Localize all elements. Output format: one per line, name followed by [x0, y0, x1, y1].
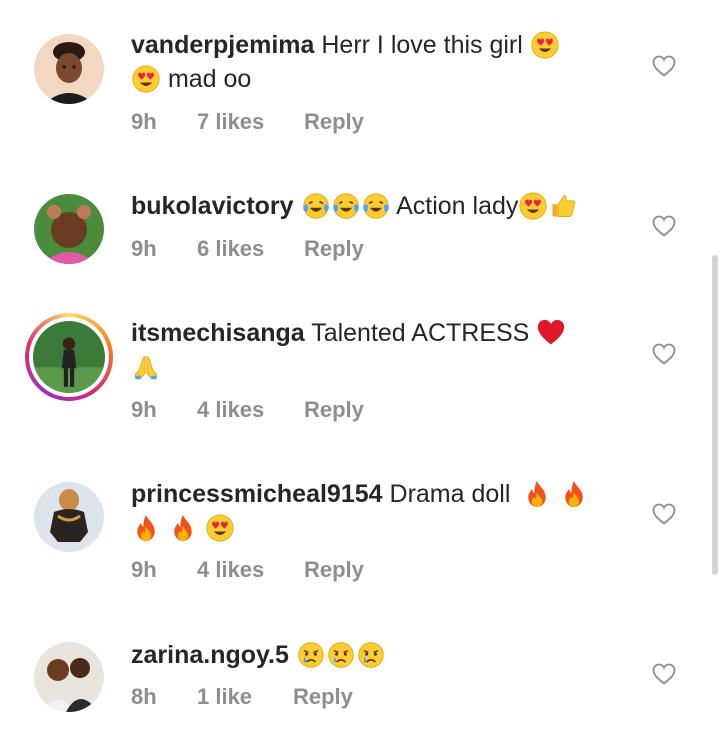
reply-button[interactable]: Reply: [304, 236, 364, 262]
heart-eyes-icon: [531, 31, 559, 59]
likes-count[interactable]: 4 likes: [197, 397, 264, 423]
heart-eyes-icon: [519, 192, 547, 220]
reply-button[interactable]: Reply: [304, 397, 364, 423]
heart-eyes-icon: [132, 65, 160, 93]
fire-icon: [132, 514, 160, 542]
comment-body: itsmechisanga Talented ACTRESS: [131, 316, 631, 384]
red-heart-icon: [537, 319, 565, 347]
username[interactable]: vanderpjemima: [131, 31, 314, 59]
reply-button[interactable]: Reply: [293, 684, 353, 710]
likes-count[interactable]: 7 likes: [197, 109, 264, 135]
likes-count[interactable]: 6 likes: [197, 236, 264, 262]
scrollbar[interactable]: [712, 255, 718, 575]
avatar[interactable]: [34, 194, 104, 264]
comment-text: Action lady: [396, 192, 519, 220]
avatar[interactable]: [34, 34, 104, 104]
heart-eyes-icon: [206, 514, 234, 542]
fire-icon: [169, 514, 197, 542]
tears-of-joy-icon: [302, 192, 330, 220]
fire-icon: [560, 480, 588, 508]
avatar[interactable]: [34, 482, 104, 552]
comment-body: princessmicheal9154 Drama doll: [131, 477, 631, 545]
timestamp: 9h: [131, 236, 157, 261]
avatar[interactable]: [34, 642, 104, 712]
username[interactable]: princessmicheal9154: [131, 480, 383, 508]
reply-button[interactable]: Reply: [304, 109, 364, 135]
comment-text: Herr I love this girl: [321, 31, 523, 59]
comment-text: mad oo: [167, 65, 252, 93]
crying-face-icon: [297, 641, 325, 669]
username[interactable]: zarina.ngoy.5: [131, 641, 289, 669]
tears-of-joy-icon: [332, 192, 360, 220]
tears-of-joy-icon: [362, 192, 390, 220]
reply-button[interactable]: Reply: [304, 557, 364, 583]
timestamp: 8h: [131, 684, 157, 709]
comment-body: zarina.ngoy.5: [131, 638, 631, 672]
comment-body: vanderpjemima Herr I love this girl mad …: [131, 28, 631, 96]
likes-count[interactable]: 1 like: [197, 684, 252, 710]
like-heart-icon[interactable]: [652, 663, 676, 685]
username[interactable]: itsmechisanga: [131, 319, 305, 347]
timestamp: 9h: [131, 397, 157, 422]
timestamp: 9h: [131, 557, 157, 582]
like-heart-icon[interactable]: [652, 343, 676, 365]
comment-text: Drama doll: [389, 480, 511, 508]
avatar-story-ring[interactable]: [25, 313, 113, 401]
like-heart-icon[interactable]: [652, 215, 676, 237]
crying-face-icon: [357, 641, 385, 669]
like-heart-icon[interactable]: [652, 503, 676, 525]
fire-icon: [523, 480, 551, 508]
thumbs-up-icon: [549, 192, 577, 220]
username[interactable]: bukolavictory: [131, 192, 294, 220]
comment-body: bukolavictory Action lady: [131, 189, 631, 223]
timestamp: 9h: [131, 109, 157, 134]
crying-face-icon: [327, 641, 355, 669]
likes-count[interactable]: 4 likes: [197, 557, 264, 583]
folded-hands-icon: [132, 353, 160, 381]
like-heart-icon[interactable]: [652, 55, 676, 77]
comment-text: Talented ACTRESS: [311, 319, 530, 347]
